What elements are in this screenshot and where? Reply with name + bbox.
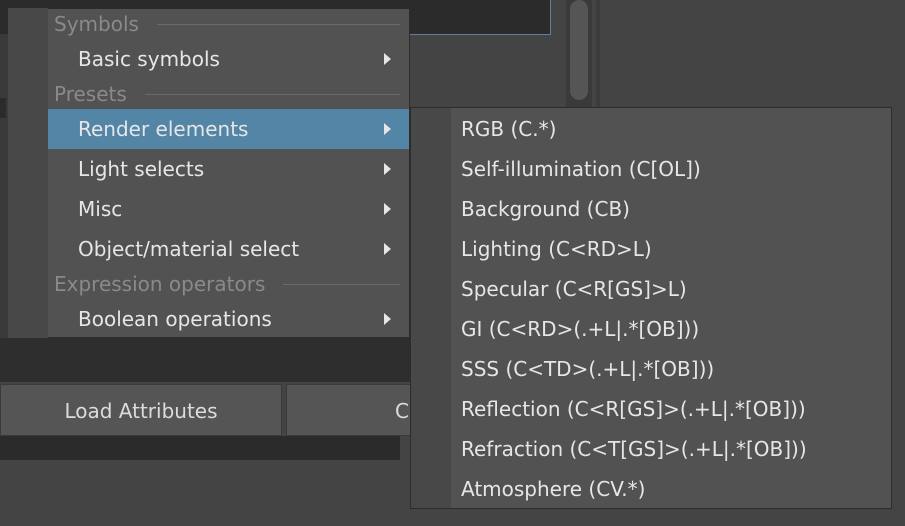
submenu-item-self-illumination[interactable]: Self-illumination (C[OL]) [451, 149, 891, 189]
submenu-arrow-icon [384, 163, 391, 175]
left-panel-marker [0, 98, 6, 118]
section-divider [156, 23, 400, 25]
section-divider [144, 93, 400, 95]
menu-item-label: Boolean operations [78, 307, 272, 331]
status-bar [0, 436, 400, 460]
load-attributes-button[interactable]: Load Attributes [0, 384, 282, 436]
menu-item-render-elements[interactable]: Render elements [48, 109, 409, 149]
submenu-item-rgb[interactable]: RGB (C.*) [451, 109, 891, 149]
submenu-item-gi[interactable]: GI (C<RD>(.+L|.*[OB])) [451, 309, 891, 349]
section-header-symbols: Symbols [54, 9, 406, 39]
menu-item-basic-symbols[interactable]: Basic symbols [48, 39, 409, 79]
submenu-arrow-icon [384, 313, 391, 325]
submenu-item-lighting[interactable]: Lighting (C<RD>L) [451, 229, 891, 269]
submenu-arrow-icon [384, 243, 391, 255]
submenu-item-refraction[interactable]: Refraction (C<T[GS]>(.+L|.*[OB])) [451, 429, 891, 469]
menu-item-light-selects[interactable]: Light selects [48, 149, 409, 189]
section-header-expression-operators: Expression operators [54, 269, 406, 299]
background-panel [0, 338, 410, 382]
secondary-button[interactable]: C [286, 384, 416, 436]
menu-item-label: Object/material select [78, 237, 300, 261]
menu-item-label: Light selects [78, 157, 205, 181]
menu-item-label: Basic symbols [78, 47, 220, 71]
submenu-arrow-icon [384, 53, 391, 65]
section-label: Expression operators [54, 272, 266, 296]
menu-item-object-material-select[interactable]: Object/material select [48, 229, 409, 269]
menu-item-label: Misc [78, 197, 123, 221]
section-divider [283, 283, 400, 285]
section-label: Symbols [54, 12, 139, 36]
submenu-icon-gutter [411, 108, 451, 508]
menu-icon-gutter [8, 8, 48, 338]
submenu-arrow-icon [384, 123, 391, 135]
section-label: Presets [54, 82, 127, 106]
menu-item-misc[interactable]: Misc [48, 189, 409, 229]
menu-item-label: Render elements [78, 117, 249, 141]
panel-divider [596, 0, 600, 108]
left-panel-edge [0, 34, 8, 338]
submenu-item-background[interactable]: Background (CB) [451, 189, 891, 229]
submenu-item-sss[interactable]: SSS (C<TD>(.+L|.*[OB])) [451, 349, 891, 389]
submenu-item-reflection[interactable]: Reflection (C<R[GS]>(.+L|.*[OB])) [451, 389, 891, 429]
submenu-arrow-icon [384, 203, 391, 215]
scrollbar-thumb[interactable] [570, 0, 588, 100]
section-header-presets: Presets [54, 79, 406, 109]
menu-item-boolean-operations[interactable]: Boolean operations [48, 299, 409, 339]
submenu-item-specular[interactable]: Specular (C<R[GS]>L) [451, 269, 891, 309]
submenu-item-atmosphere[interactable]: Atmosphere (CV.*) [451, 469, 891, 509]
